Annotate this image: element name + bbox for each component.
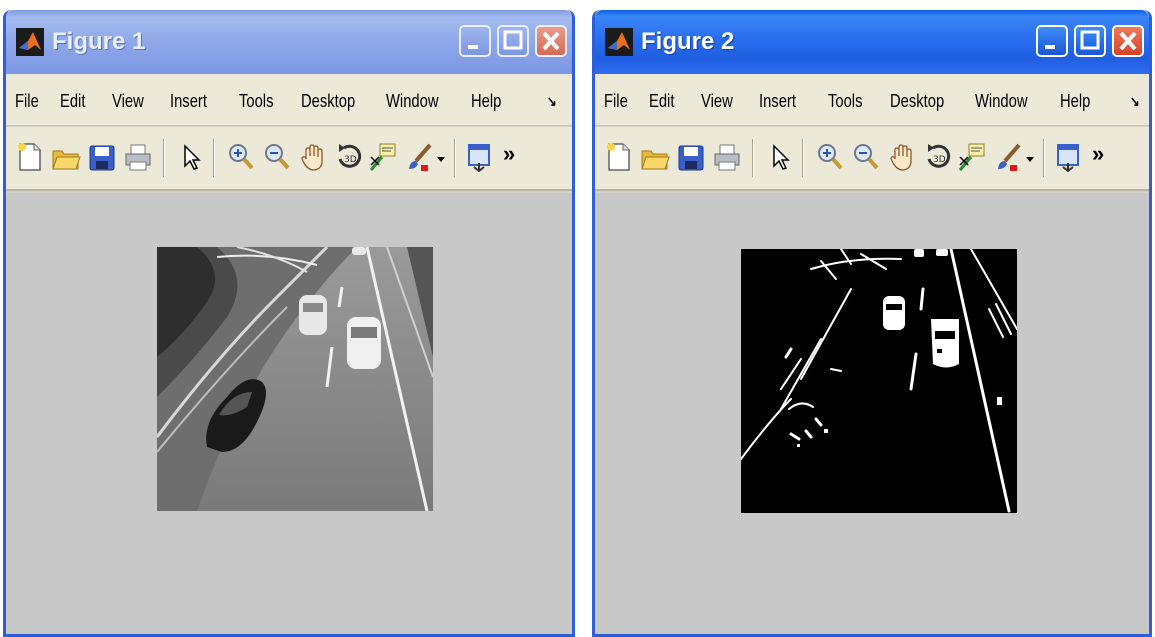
figure-2-window: Figure 2 File Edit View Insert Tools Des… (592, 10, 1152, 637)
minimize-button[interactable] (1036, 25, 1068, 57)
close-icon (1119, 31, 1137, 51)
menu-desktop[interactable]: Desktop (301, 91, 355, 112)
dock-figure-icon[interactable] (465, 141, 495, 173)
window-title: Figure 1 (52, 28, 146, 55)
minimize-icon (1045, 45, 1055, 49)
minimize-icon (468, 45, 478, 49)
toolbar-separator (802, 139, 804, 177)
figure-toolbar: 3D » (595, 127, 1149, 191)
close-button[interactable] (535, 25, 567, 57)
zoom-out-icon[interactable] (262, 141, 292, 173)
menu-window[interactable]: Window (386, 91, 439, 112)
figure-toolbar: 3D » (6, 127, 572, 191)
svg-text:3D: 3D (344, 155, 357, 165)
dock-figure-icon[interactable] (1054, 141, 1084, 173)
menu-help[interactable]: Help (1060, 91, 1090, 112)
car-white-2 (347, 317, 381, 369)
svg-text:3D: 3D (933, 155, 946, 165)
zoom-in-icon[interactable] (226, 141, 256, 173)
brush-icon[interactable] (404, 141, 434, 173)
zoom-out-icon[interactable] (851, 141, 881, 173)
menu-overflow-icon[interactable]: ↘ (547, 93, 557, 110)
figure-canvas (595, 193, 1149, 634)
car-white-1 (299, 295, 327, 335)
dropdown-arrow-icon[interactable] (1023, 141, 1037, 173)
menu-overflow-icon[interactable]: ↘ (1130, 93, 1140, 110)
print-icon[interactable] (712, 141, 742, 173)
window-title: Figure 2 (641, 28, 735, 55)
menu-view[interactable]: View (701, 91, 733, 112)
menu-desktop[interactable]: Desktop (890, 91, 944, 112)
menu-bar: File Edit View Insert Tools Desktop Wind… (595, 74, 1149, 126)
pan-hand-icon[interactable] (887, 141, 917, 173)
menu-bar: File Edit View Insert Tools Desktop Wind… (6, 74, 572, 126)
figure-2-titlebar[interactable]: Figure 2 (595, 10, 1149, 74)
menu-help[interactable]: Help (471, 91, 501, 112)
brush-icon[interactable] (993, 141, 1023, 173)
print-icon[interactable] (123, 141, 153, 173)
pointer-icon[interactable] (765, 141, 795, 173)
menu-edit[interactable]: Edit (649, 91, 674, 112)
save-icon[interactable] (676, 141, 706, 173)
minimize-button[interactable] (459, 25, 491, 57)
menu-file[interactable]: File (15, 91, 39, 112)
data-cursor-icon[interactable] (368, 141, 398, 173)
pointer-icon[interactable] (176, 141, 206, 173)
menu-tools[interactable]: Tools (239, 91, 273, 112)
toolbar-separator (213, 139, 215, 177)
new-file-icon[interactable] (15, 141, 45, 173)
dropdown-arrow-icon[interactable] (434, 141, 448, 173)
menu-insert[interactable]: Insert (759, 91, 796, 112)
data-cursor-icon[interactable] (957, 141, 987, 173)
more-chevron-icon[interactable]: » (503, 141, 515, 167)
binary-edge-traffic-image (741, 249, 1017, 513)
maximize-button[interactable] (1074, 25, 1106, 57)
save-icon[interactable] (87, 141, 117, 173)
figure-canvas (6, 193, 572, 634)
toolbar-separator (163, 139, 165, 177)
matlab-logo-icon (605, 28, 633, 56)
pan-hand-icon[interactable] (298, 141, 328, 173)
close-button[interactable] (1112, 25, 1144, 57)
rotate-3d-icon[interactable]: 3D (923, 141, 953, 173)
menu-view[interactable]: View (112, 91, 144, 112)
new-file-icon[interactable] (604, 141, 634, 173)
menu-window[interactable]: Window (975, 91, 1028, 112)
maximize-icon (1080, 30, 1100, 50)
menu-insert[interactable]: Insert (170, 91, 207, 112)
rotate-3d-icon[interactable]: 3D (334, 141, 364, 173)
figure-1-window: Figure 1 File Edit View Insert Tools Des… (3, 10, 575, 637)
open-folder-icon[interactable] (640, 141, 670, 173)
menu-edit[interactable]: Edit (60, 91, 85, 112)
toolbar-separator (1043, 139, 1045, 177)
figure-1-titlebar[interactable]: Figure 1 (6, 10, 572, 74)
toolbar-separator (454, 139, 456, 177)
zoom-in-icon[interactable] (815, 141, 845, 173)
menu-tools[interactable]: Tools (828, 91, 862, 112)
grayscale-traffic-image (157, 247, 433, 511)
matlab-logo-icon (16, 28, 44, 56)
close-icon (542, 31, 560, 51)
toolbar-separator (752, 139, 754, 177)
maximize-button[interactable] (497, 25, 529, 57)
menu-file[interactable]: File (604, 91, 628, 112)
maximize-icon (503, 30, 523, 50)
open-folder-icon[interactable] (51, 141, 81, 173)
more-chevron-icon[interactable]: » (1092, 141, 1104, 167)
